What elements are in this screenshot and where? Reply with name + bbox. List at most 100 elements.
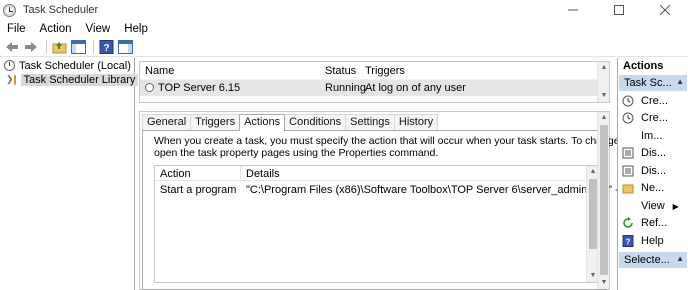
scroll-down-icon[interactable]: ▼	[598, 277, 610, 289]
action-import-task[interactable]: Im...	[622, 129, 662, 143]
action-label: Dis...	[641, 165, 667, 177]
action-label: Ne...	[641, 182, 665, 194]
action-new-folder[interactable]: Ne...	[622, 181, 664, 195]
maximize-button[interactable]	[596, 0, 642, 20]
action-label: Cre...	[641, 95, 668, 107]
column-header-action[interactable]: Action	[160, 168, 191, 180]
detail-tabs: General Triggers Actions Conditions Sett…	[142, 114, 439, 131]
menu-bar: File Action View Help	[0, 20, 688, 37]
collapse-up-icon[interactable]: ▲	[676, 254, 684, 263]
scroll-thumb[interactable]	[589, 179, 597, 249]
toolbar-separator	[93, 39, 94, 54]
create-basic-task-icon	[622, 95, 634, 107]
description-line: open the task property pages using the P…	[154, 147, 439, 159]
description-line: When you create a task, you must specify…	[154, 135, 688, 147]
svg-text:?: ?	[626, 238, 631, 247]
menu-action[interactable]: Action	[33, 23, 79, 35]
show-hide-action-pane-button[interactable]	[117, 39, 133, 55]
import-task-icon	[622, 130, 634, 142]
help-button[interactable]: ?	[98, 39, 114, 55]
tree-root-label: Task Scheduler (Local)	[19, 59, 131, 72]
tree-library-label: Task Scheduler Library	[20, 73, 139, 86]
expand-chevron-icon[interactable]: ❯	[6, 74, 14, 85]
minimize-button[interactable]	[550, 0, 596, 20]
close-button[interactable]	[642, 0, 688, 20]
display-running-tasks-icon	[622, 147, 634, 159]
task-list-header: Name Status Triggers	[140, 62, 598, 80]
actions-tab-panel: When you create a task, you must specify…	[142, 130, 688, 290]
section-label: Task Sc...	[624, 77, 672, 89]
close-icon	[660, 5, 670, 15]
action-label: Help	[641, 235, 664, 247]
tab-triggers[interactable]: Triggers	[190, 114, 241, 130]
task-name: TOP Server 6.15	[158, 82, 241, 94]
scroll-up-icon[interactable]: ▲	[598, 62, 610, 74]
actions-pane: Actions Task Sc... ▲ Cre... Cre... Im...…	[617, 58, 688, 290]
tab-history[interactable]: History	[393, 114, 439, 130]
action-create-task[interactable]: Cre...	[622, 111, 668, 125]
action-label: Ref...	[641, 217, 668, 229]
tree-item-library[interactable]: ❯ Task Scheduler Library	[0, 73, 139, 86]
clock-icon	[4, 60, 15, 71]
window-controls	[550, 0, 688, 20]
scroll-thumb[interactable]	[600, 125, 608, 275]
maximize-icon	[614, 5, 624, 15]
column-divider[interactable]	[240, 166, 241, 181]
scroll-down-icon[interactable]: ▼	[598, 90, 610, 102]
title-bar: Task Scheduler	[0, 0, 688, 20]
tab-settings[interactable]: Settings	[345, 114, 395, 130]
section-label: Selecte...	[624, 254, 670, 266]
actions-section-header-selected-item[interactable]: Selecte... ▲	[619, 252, 687, 268]
detail-scrollbar[interactable]: ▲ ▼	[597, 112, 609, 289]
actions-pane-title: Actions	[618, 58, 688, 74]
show-hide-console-tree-button[interactable]	[70, 39, 86, 55]
task-list: Name Status Triggers TOP Server 6.15 Run…	[139, 61, 610, 103]
new-folder-icon	[622, 182, 634, 194]
submenu-arrow-icon: ▶	[672, 201, 679, 211]
action-disable-history[interactable]: Dis...	[622, 164, 666, 178]
table-row[interactable]: Start a program "C:\Program Files (x86)\…	[155, 182, 656, 197]
help-icon: ?	[622, 235, 634, 247]
scroll-up-icon[interactable]: ▲	[598, 112, 610, 124]
action-label: Cre...	[641, 112, 668, 124]
actions-table-header: Action Details	[155, 166, 585, 181]
task-status: Running	[325, 82, 366, 94]
collapse-up-icon[interactable]: ▲	[676, 77, 684, 86]
refresh-icon	[622, 217, 634, 229]
tab-conditions[interactable]: Conditions	[284, 114, 347, 130]
table-row[interactable]: TOP Server 6.15 Running At log on of any…	[140, 80, 598, 96]
menu-help[interactable]: Help	[117, 23, 155, 35]
minimize-icon	[568, 9, 578, 11]
action-display-running-tasks[interactable]: Dis...	[622, 146, 666, 160]
action-pane-icon	[117, 39, 133, 54]
up-folder-button[interactable]	[51, 39, 67, 55]
tab-actions[interactable]: Actions	[239, 114, 286, 131]
task-triggers: At log on of any user	[365, 82, 466, 94]
toolbar-separator	[46, 39, 47, 54]
menu-file[interactable]: File	[0, 23, 33, 35]
svg-text:?: ?	[103, 43, 109, 54]
task-list-scrollbar[interactable]: ▲ ▼	[597, 62, 609, 102]
action-view[interactable]: View ▶	[622, 199, 679, 213]
window-title: Task Scheduler	[23, 4, 99, 16]
back-button[interactable]	[4, 39, 20, 55]
actions-section-header-task-scheduler[interactable]: Task Sc... ▲	[619, 75, 687, 91]
forward-button[interactable]	[23, 39, 39, 55]
column-header-details[interactable]: Details	[246, 168, 280, 180]
actions-table: Action Details Start a program "C:\Progr…	[154, 165, 656, 283]
toolbar: ?	[0, 37, 688, 57]
action-help[interactable]: ? Help	[622, 234, 664, 248]
console-tree-icon	[70, 39, 86, 54]
create-task-icon	[622, 112, 634, 124]
tree-item-root[interactable]: Task Scheduler (Local)	[0, 59, 134, 72]
action-create-basic-task[interactable]: Cre...	[622, 94, 668, 108]
task-detail-pane: General Triggers Actions Conditions Sett…	[139, 111, 688, 290]
column-header-status[interactable]: Status	[325, 65, 356, 77]
action-refresh[interactable]: Ref...	[622, 216, 667, 230]
menu-view[interactable]: View	[79, 23, 118, 35]
column-header-name[interactable]: Name	[145, 65, 174, 77]
console-tree: Task Scheduler (Local) ❯ Task Scheduler …	[0, 58, 139, 290]
task-scheduler-icon	[3, 3, 16, 17]
tab-general[interactable]: General	[142, 114, 192, 130]
column-header-triggers[interactable]: Triggers	[365, 65, 405, 77]
